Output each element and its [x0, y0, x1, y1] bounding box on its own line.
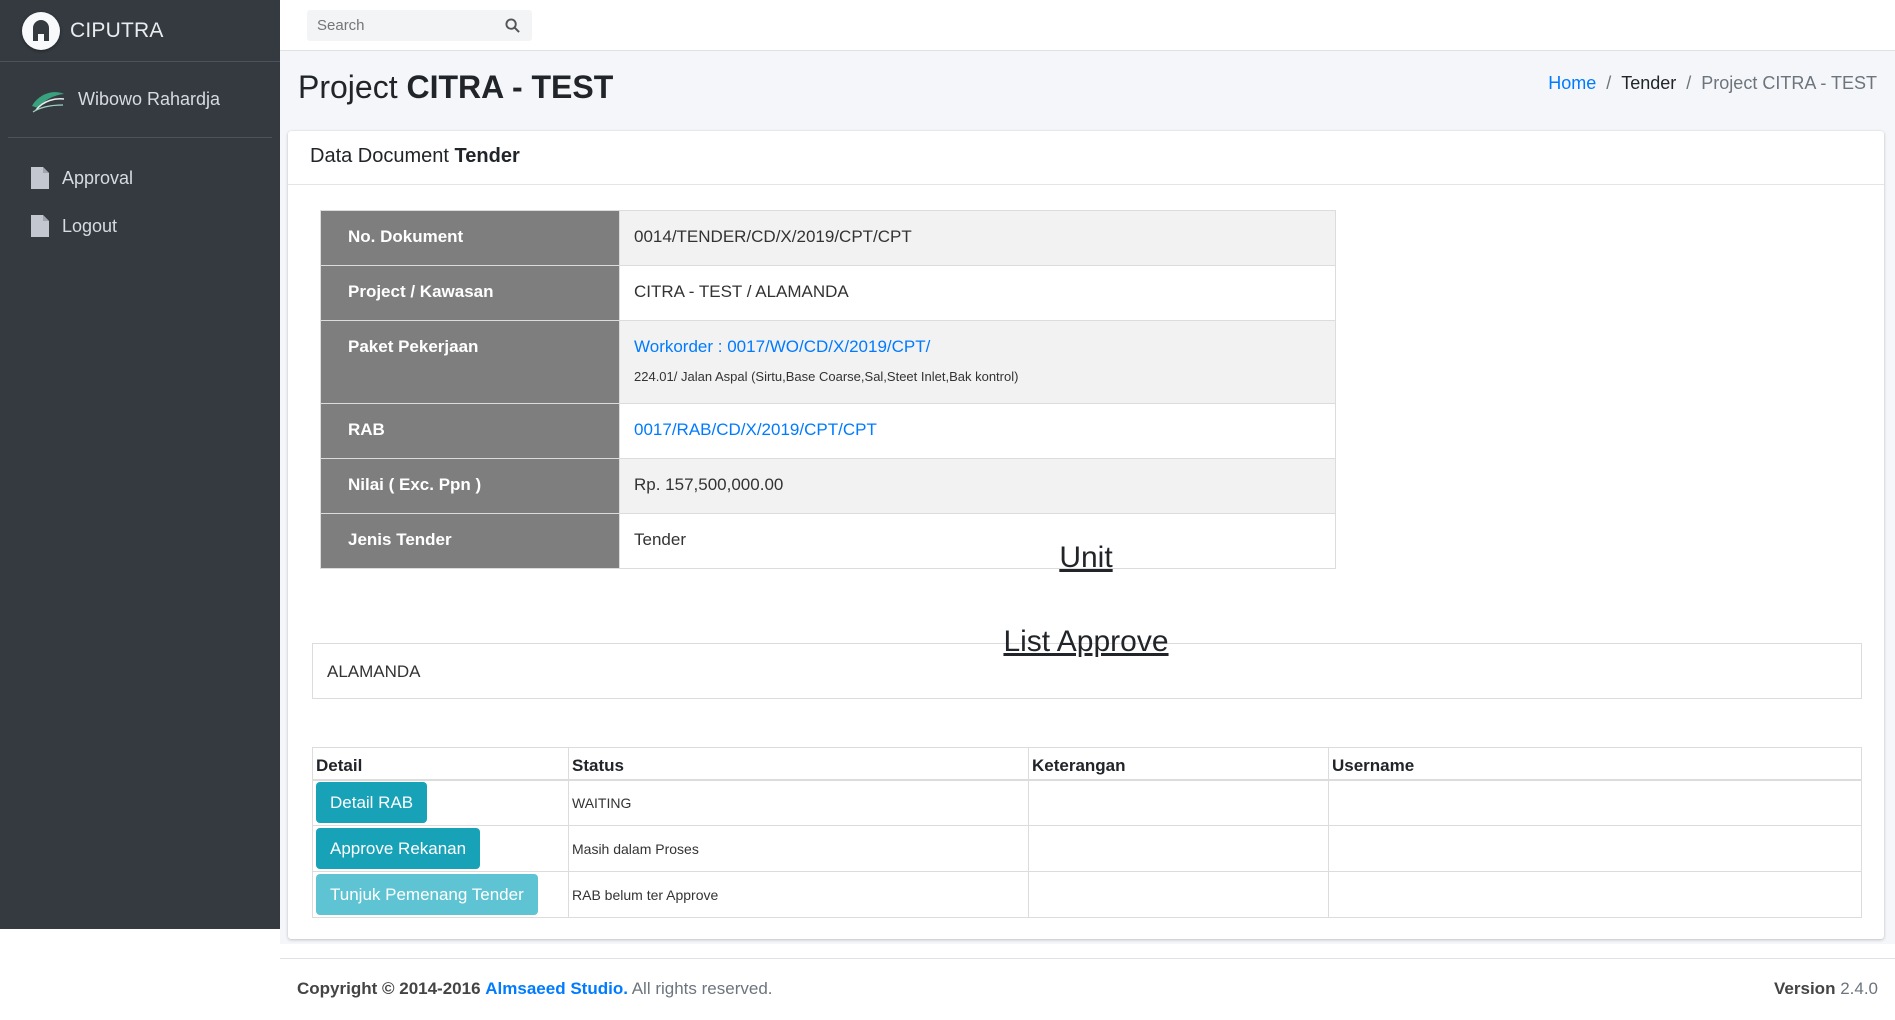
- rab-link[interactable]: 0017/RAB/CD/X/2019/CPT/CPT: [634, 420, 877, 439]
- keterangan-cell: [1028, 825, 1329, 872]
- sidebar-item-label: Logout: [62, 215, 118, 236]
- file-icon: [31, 167, 49, 189]
- no-dokument-value: 0014/TENDER/CD/X/2019/CPT/CPT: [619, 210, 1336, 266]
- project-value: CITRA - TEST / ALAMANDA: [619, 265, 1336, 321]
- card-title-prefix: Data Document: [310, 145, 449, 167]
- rights-text: All rights reserved.: [631, 979, 773, 998]
- approve-rekanan-button[interactable]: Approve Rekanan: [316, 828, 481, 869]
- breadcrumb: Home / Tender / Project CITRA - TEST: [1548, 73, 1877, 94]
- nilai-label: Nilai ( Exc. Ppn ): [320, 458, 620, 514]
- rab-value: 0017/RAB/CD/X/2019/CPT/CPT: [619, 403, 1336, 459]
- paket-label: Paket Pekerjaan: [320, 320, 620, 404]
- table-row: Tunjuk Pemenang Tender RAB belum ter App…: [312, 871, 1862, 918]
- user-panel[interactable]: Wibowo Rahardja: [8, 62, 272, 138]
- top-navbar: [280, 0, 1895, 51]
- column-header-keterangan: Keterangan: [1028, 747, 1329, 781]
- page-title-prefix: Project: [298, 69, 398, 105]
- approve-table: Detail Status Keterangan Username Detail…: [312, 747, 1862, 918]
- table-row: Project / Kawasan CITRA - TEST / ALAMAND…: [320, 265, 1336, 321]
- sidebar-item-logout[interactable]: Logout: [0, 202, 280, 250]
- card-title-bold: Tender: [454, 145, 520, 167]
- username-cell: [1328, 779, 1862, 826]
- table-row: Nilai ( Exc. Ppn ) Rp. 157,500,000.00: [320, 458, 1336, 514]
- rab-label: RAB: [320, 403, 620, 459]
- breadcrumb-separator: /: [1686, 73, 1692, 93]
- list-approve-title: List Approve: [1003, 625, 1169, 658]
- table-row: No. Dokument 0014/TENDER/CD/X/2019/CPT/C…: [320, 210, 1336, 266]
- user-name: Wibowo Rahardja: [78, 89, 221, 109]
- table-row: Approve Rekanan Masih dalam Proses: [312, 825, 1862, 872]
- project-label: Project / Kawasan: [320, 265, 620, 321]
- sidebar: CIPUTRA Wibowo Rahardja Approval Logout: [0, 0, 280, 929]
- status-cell: RAB belum ter Approve: [568, 871, 1029, 918]
- copyright-text: Copyright © 2014-2016: [297, 979, 481, 998]
- ciputra-logo-icon: [22, 11, 60, 50]
- table-header-row: Detail Status Keterangan Username: [312, 747, 1862, 781]
- search-icon: [504, 18, 520, 33]
- no-dokument-label: No. Dokument: [320, 210, 620, 266]
- user-avatar-icon: [32, 91, 65, 113]
- page-title-project: CITRA - TEST: [406, 69, 614, 105]
- column-header-status: Status: [568, 747, 1029, 781]
- search-form: [307, 10, 532, 41]
- footer: Copyright © 2014-2016 Almsaeed Studio. A…: [280, 958, 1895, 1020]
- status-cell: WAITING: [568, 779, 1029, 826]
- search-button[interactable]: [497, 10, 527, 41]
- page-title: Project CITRA - TEST: [298, 69, 613, 106]
- unit-title: Unit: [1059, 541, 1113, 574]
- nilai-value: Rp. 157,500,000.00: [619, 458, 1336, 514]
- table-row: RAB 0017/RAB/CD/X/2019/CPT/CPT: [320, 403, 1336, 459]
- sidebar-item-approval[interactable]: Approval: [0, 154, 280, 202]
- column-header-username: Username: [1328, 747, 1862, 781]
- detail-cell: Detail RAB: [312, 779, 569, 826]
- content-wrapper: Project CITRA - TEST Home / Tender / Pro…: [280, 51, 1895, 944]
- username-cell: [1328, 825, 1862, 872]
- detail-cell: Tunjuk Pemenang Tender: [312, 871, 569, 918]
- table-row: Paket Pekerjaan Workorder : 0017/WO/CD/X…: [320, 320, 1336, 404]
- document-table: No. Dokument 0014/TENDER/CD/X/2019/CPT/C…: [320, 210, 1336, 569]
- brand-name: CIPUTRA: [70, 18, 164, 42]
- sidebar-item-label: Approval: [62, 167, 134, 188]
- studio-link[interactable]: Almsaeed Studio.: [485, 979, 628, 998]
- table-row: Detail RAB WAITING: [312, 779, 1862, 826]
- username-cell: [1328, 871, 1862, 918]
- breadcrumb-current: Project CITRA - TEST: [1701, 73, 1877, 93]
- version-value: 2.4.0: [1840, 979, 1878, 998]
- card-title: Data Document Tender: [288, 131, 1884, 185]
- breadcrumb-tender: Tender: [1621, 73, 1677, 93]
- paket-value: Workorder : 0017/WO/CD/X/2019/CPT/ 224.0…: [619, 320, 1336, 404]
- breadcrumb-separator: /: [1606, 73, 1612, 93]
- file-icon: [31, 215, 49, 237]
- document-card: Data Document Tender No. Dokument 0014/T…: [288, 131, 1884, 939]
- footer-version: Version 2.4.0: [1774, 979, 1878, 999]
- paket-detail: 224.01/ Jalan Aspal (Sirtu,Base Coarse,S…: [634, 369, 1019, 384]
- column-header-detail: Detail: [312, 747, 569, 781]
- version-label: Version: [1774, 979, 1836, 998]
- breadcrumb-home[interactable]: Home: [1548, 73, 1596, 94]
- sidebar-nav: Approval Logout: [0, 138, 280, 250]
- footer-copyright: Copyright © 2014-2016 Almsaeed Studio. A…: [297, 979, 773, 999]
- tunjuk-pemenang-button[interactable]: Tunjuk Pemenang Tender: [316, 874, 538, 915]
- brand-link[interactable]: CIPUTRA: [0, 0, 280, 62]
- workorder-link[interactable]: Workorder : 0017/WO/CD/X/2019/CPT/: [634, 337, 930, 356]
- detail-rab-button[interactable]: Detail RAB: [316, 782, 428, 824]
- status-cell: Masih dalam Proses: [568, 825, 1029, 872]
- keterangan-cell: [1028, 871, 1329, 918]
- search-input[interactable]: [307, 10, 497, 41]
- detail-cell: Approve Rekanan: [312, 825, 569, 872]
- keterangan-cell: [1028, 779, 1329, 826]
